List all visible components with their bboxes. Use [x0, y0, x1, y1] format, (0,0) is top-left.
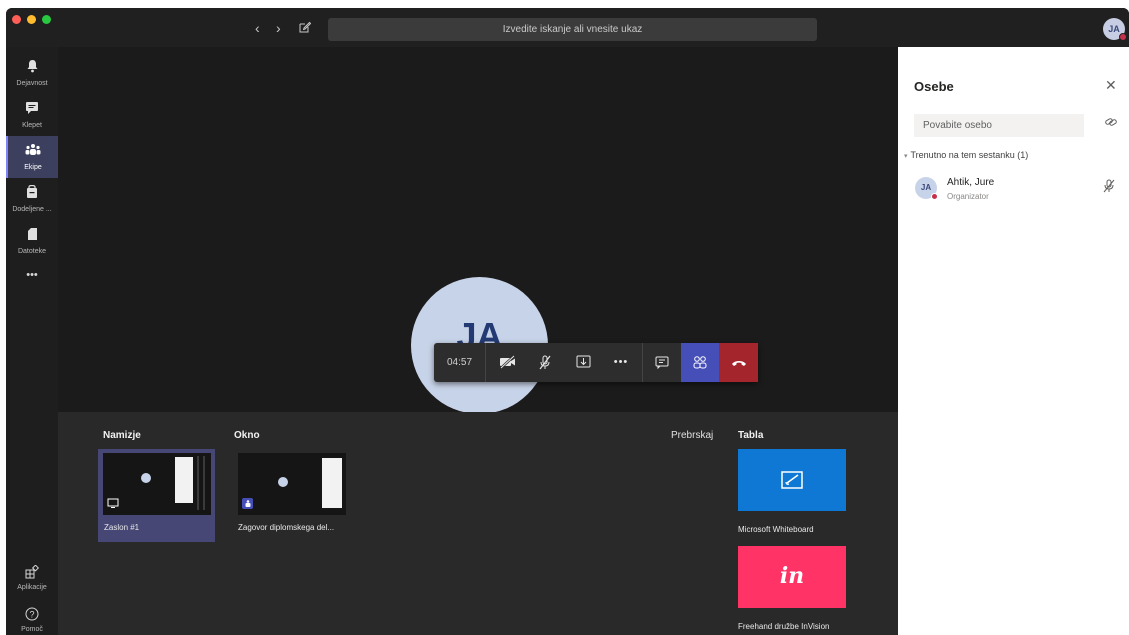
- participant-group-header[interactable]: ▾ Trenutno na tem sestanku (1): [904, 150, 1028, 160]
- invision-logo: in: [779, 563, 805, 589]
- chevron-left-icon[interactable]: ‹: [255, 20, 260, 36]
- rail-item-files[interactable]: Datoteke: [6, 220, 58, 262]
- window-zoom-button[interactable]: [42, 15, 51, 24]
- show-participants-button[interactable]: [681, 343, 719, 382]
- window-section-title: Okno: [234, 430, 260, 441]
- rail-label: Pomoč: [21, 626, 43, 633]
- profile-initials: JA: [1108, 24, 1120, 34]
- share-tray: Namizje Okno Prebrskaj Tabla Zaslon #1 Z…: [58, 412, 898, 635]
- rail-label: Dejavnost: [16, 80, 48, 87]
- more-icon: •••: [26, 269, 38, 281]
- window-share-option[interactable]: [238, 453, 346, 515]
- chevron-right-icon[interactable]: ›: [276, 20, 281, 36]
- participant-name[interactable]: Ahtik, Jure: [947, 177, 994, 188]
- rail-item-assignments[interactable]: Dodeljene ...: [6, 178, 58, 220]
- people-icon: [693, 356, 707, 369]
- share-screen-icon: [107, 498, 119, 512]
- panel-title: Osebe: [914, 79, 954, 94]
- camera-off-icon: [500, 355, 515, 369]
- profile-avatar[interactable]: JA: [1103, 18, 1127, 41]
- bell-icon: [6, 59, 58, 76]
- people-panel: Osebe ✕ Povabite osebo ▾ Trenutno na tem …: [898, 47, 1129, 635]
- camera-toggle-button[interactable]: [489, 343, 527, 382]
- app-rail: Dejavnost Klepet Ekipe Dodeljene ... Dat…: [6, 47, 58, 635]
- desktop-section-title: Namizje: [103, 430, 141, 441]
- call-timer: 04:57: [434, 343, 486, 382]
- invision-caption: Freehand družbe InVision: [738, 622, 830, 631]
- window-caption: Zagovor diplomskega del...: [238, 523, 335, 532]
- participant-role: Organizator: [947, 192, 989, 201]
- desktop-share-option[interactable]: Zaslon #1: [98, 449, 215, 542]
- meeting-stage: JA 04:57 •••: [58, 47, 898, 414]
- search-input[interactable]: Izvedite iskanje ali vnesite ukaz: [328, 18, 817, 41]
- whiteboard-icon: [781, 471, 803, 489]
- whiteboard-caption: Microsoft Whiteboard: [738, 525, 814, 534]
- rail-label: Datoteke: [17, 248, 47, 255]
- chat-icon: [655, 356, 668, 370]
- presence-busy-icon: [1119, 33, 1127, 41]
- hang-up-button[interactable]: [719, 343, 758, 382]
- chat-icon: [6, 101, 58, 118]
- share-screen-icon: [576, 355, 590, 368]
- rail-label: Klepet: [22, 122, 42, 129]
- teams-window: ‹ › Izvedite iskanje ali vnesite ukaz JA…: [6, 8, 1129, 635]
- help-icon: ?: [6, 607, 58, 624]
- mic-off-icon: [539, 355, 551, 370]
- rail-label: Aplikacije: [17, 584, 47, 591]
- mini-window: [322, 458, 342, 508]
- teams-icon: [242, 498, 253, 512]
- mic-toggle-button[interactable]: [526, 343, 564, 382]
- browse-button[interactable]: Prebrskaj: [671, 430, 713, 441]
- rail-more-button[interactable]: •••: [6, 267, 58, 287]
- participant-initials: JA: [920, 183, 932, 192]
- microsoft-whiteboard-option[interactable]: [738, 449, 846, 511]
- link-icon[interactable]: [1105, 117, 1117, 130]
- desktop-caption: Zaslon #1: [104, 523, 140, 532]
- apps-icon: [6, 564, 58, 582]
- rail-label: Dodeljene ...: [12, 206, 52, 213]
- mini-avatar: [278, 477, 288, 487]
- rail-item-apps[interactable]: Aplikacije: [6, 564, 58, 591]
- rail-item-teams[interactable]: Ekipe: [6, 136, 58, 178]
- teams-icon: [8, 143, 58, 160]
- mic-off-icon[interactable]: [1103, 179, 1115, 196]
- share-tray-button[interactable]: [564, 343, 602, 382]
- svg-text:?: ?: [29, 610, 34, 620]
- presence-busy-icon: [931, 193, 938, 200]
- title-bar: ‹ › Izvedite iskanje ali vnesite ukaz JA: [6, 8, 1129, 47]
- invite-input[interactable]: Povabite osebo: [914, 114, 1084, 137]
- assignments-icon: [6, 184, 58, 202]
- participant-avatar[interactable]: JA: [915, 177, 938, 200]
- chevron-down-icon: ▾: [904, 153, 908, 160]
- window-close-button[interactable]: [12, 15, 21, 24]
- call-controls: 04:57 •••: [434, 343, 758, 382]
- mini-avatar: [141, 473, 151, 483]
- phone-hangup-icon: [731, 361, 746, 366]
- rail-label: Ekipe: [24, 164, 42, 171]
- show-conversation-button[interactable]: [642, 343, 680, 382]
- mini-sidebar: [203, 456, 205, 510]
- files-icon: [6, 227, 58, 244]
- whiteboard-section-title: Tabla: [738, 430, 764, 441]
- rail-item-activity[interactable]: Dejavnost: [6, 52, 58, 94]
- window-minimize-button[interactable]: [27, 15, 36, 24]
- desktop-thumbnail: [103, 453, 211, 515]
- more-icon: •••: [613, 356, 629, 368]
- invision-freehand-option[interactable]: in: [738, 546, 846, 608]
- close-icon[interactable]: ✕: [1105, 77, 1117, 94]
- rail-item-chat[interactable]: Klepet: [6, 94, 58, 136]
- rail-item-help[interactable]: ? Pomoč: [6, 607, 58, 633]
- group-label-text: Trenutno na tem sestanku (1): [910, 150, 1029, 160]
- mini-window: [175, 457, 193, 503]
- mini-sidebar: [197, 456, 199, 510]
- compose-icon[interactable]: [299, 20, 312, 36]
- more-actions-button[interactable]: •••: [602, 343, 640, 382]
